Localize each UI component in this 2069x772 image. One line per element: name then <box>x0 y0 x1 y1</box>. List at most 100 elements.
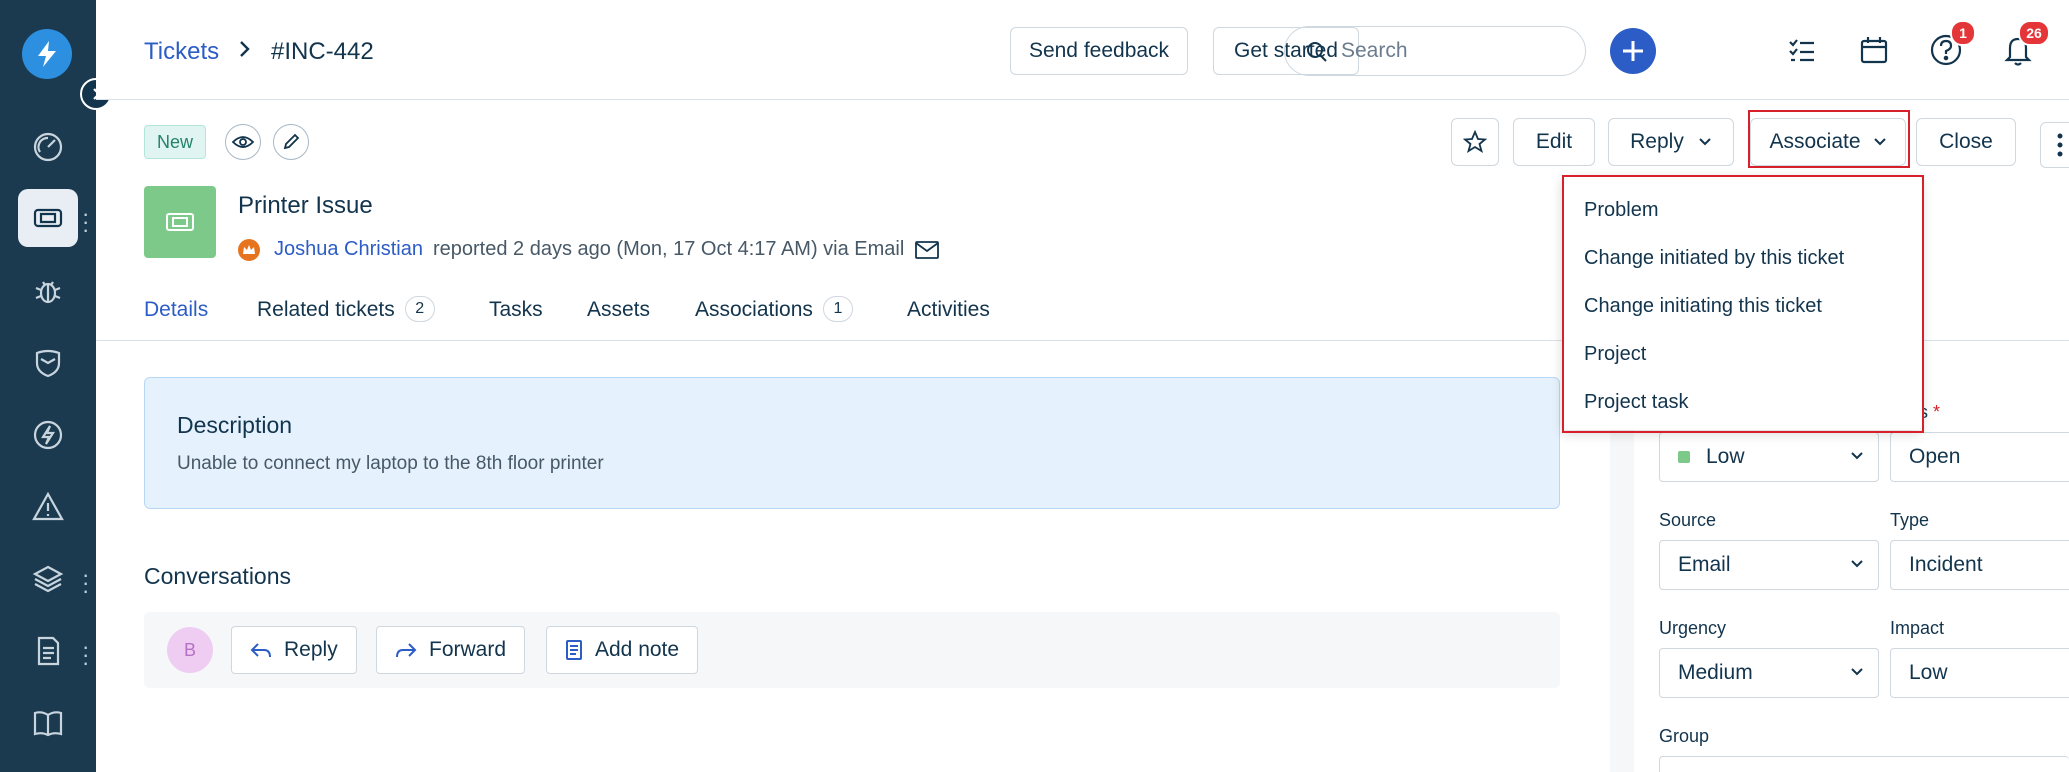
star-icon <box>1463 130 1487 153</box>
sidebar: · · · · · · · · · <box>0 0 96 772</box>
app-logo-icon[interactable] <box>22 29 72 79</box>
breadcrumb-ticket-id: #INC-442 <box>271 38 374 65</box>
type-select[interactable]: Incident <box>1890 540 2069 590</box>
star-button[interactable] <box>1451 118 1499 166</box>
add-note-text: Add note <box>595 638 680 661</box>
help-badge: 1 <box>1950 20 1976 46</box>
description-title: Description <box>177 412 293 438</box>
required-mark: * <box>1933 402 1941 422</box>
related-count-badge: 2 <box>404 296 435 322</box>
breadcrumb-tickets-link[interactable]: Tickets <box>144 38 219 66</box>
ticket-type-icon <box>144 186 216 258</box>
forward-button[interactable]: Forward <box>376 626 526 674</box>
tab-related-label: Related tickets <box>257 298 395 321</box>
tab-details-label: Details <box>144 298 209 321</box>
alert-icon[interactable] <box>18 478 78 536</box>
conversation-reply-button[interactable]: Reply <box>231 626 357 674</box>
todo-list-icon[interactable] <box>1782 30 1822 70</box>
description-text: Unable to connect my laptop to the 8th f… <box>177 453 604 474</box>
urgency-value: Medium <box>1678 661 1753 684</box>
avatar: B <box>167 627 213 673</box>
email-source-icon <box>915 240 940 259</box>
edit-button[interactable]: Edit <box>1513 118 1595 166</box>
send-feedback-button[interactable]: Send feedback <box>1010 27 1188 75</box>
forward-arrow-icon <box>396 643 417 658</box>
status-badge: New <box>144 125 207 159</box>
source-select[interactable]: Email <box>1659 540 1879 590</box>
notifications-badge: 26 <box>2018 20 2050 46</box>
chevron-down-icon <box>1851 668 1863 676</box>
assets-more-icon[interactable]: · · · <box>82 564 89 602</box>
more-actions-button[interactable] <box>2040 122 2069 168</box>
reply-text: Reply <box>284 638 338 661</box>
tickets-more-icon[interactable]: · · · <box>82 203 89 241</box>
tab-associations[interactable]: Associations 1 <box>695 296 853 343</box>
contracts-icon[interactable] <box>18 622 78 680</box>
bug-icon[interactable] <box>18 262 78 320</box>
conversation-actions-bar: B Reply Forward Add note <box>144 612 1560 688</box>
reply-arrow-icon <box>250 643 271 658</box>
shield-icon[interactable] <box>18 334 78 392</box>
type-field-label: Type <box>1890 510 1930 530</box>
tickets-icon[interactable] <box>18 189 78 247</box>
edit-pencil-icon[interactable] <box>273 124 309 160</box>
reply-label: Reply <box>1630 130 1684 153</box>
plus-icon <box>1623 41 1643 61</box>
tab-details[interactable]: Details <box>144 298 209 343</box>
tab-assets[interactable]: Assets <box>587 298 650 343</box>
impact-select[interactable]: Low <box>1890 648 2069 698</box>
search-icon <box>1307 42 1327 62</box>
note-icon <box>566 640 582 660</box>
tab-assets-label: Assets <box>587 298 651 321</box>
reported-info-text: reported 2 days ago (Mon, 17 Oct 4:17 AM… <box>432 238 905 260</box>
chevron-down-icon <box>1699 138 1711 146</box>
search-input[interactable]: Search <box>1284 26 1586 76</box>
associations-count-badge: 1 <box>822 296 853 322</box>
vertical-dots-icon <box>2057 133 2063 157</box>
breadcrumb-chevron-icon <box>236 34 254 69</box>
impact-value: Low <box>1909 661 1948 684</box>
tab-related-tickets[interactable]: Related tickets 2 <box>257 296 435 343</box>
tab-associations-label: Associations <box>695 298 813 321</box>
associate-highlight-box <box>1748 110 1910 168</box>
chevron-down-icon <box>1851 560 1863 568</box>
urgency-select[interactable]: Medium <box>1659 648 1879 698</box>
solutions-book-icon[interactable] <box>18 694 78 752</box>
layers-icon[interactable] <box>18 550 78 608</box>
tab-tasks-label: Tasks <box>489 298 543 321</box>
tab-tasks[interactable]: Tasks <box>489 298 543 343</box>
reply-dropdown-button[interactable]: Reply <box>1608 118 1734 166</box>
forward-text: Forward <box>429 638 507 661</box>
vip-crown-icon <box>238 238 260 261</box>
reporter-name-link[interactable]: Joshua Christian <box>274 238 423 261</box>
status-value: Open <box>1909 445 1961 468</box>
group-field-label: Group <box>1659 726 1710 746</box>
contracts-more-icon[interactable]: · · · <box>82 636 89 674</box>
dropdown-highlight-box <box>1562 175 1924 433</box>
status-select[interactable]: Open <box>1890 432 2069 482</box>
priority-select[interactable]: Low <box>1659 432 1879 482</box>
tab-activities-label: Activities <box>907 298 990 321</box>
changes-icon[interactable] <box>18 406 78 464</box>
description-card: Description Unable to connect my laptop … <box>144 377 1560 509</box>
group-select[interactable] <box>1659 756 2069 772</box>
watch-eye-icon[interactable] <box>225 124 261 160</box>
add-note-button[interactable]: Add note <box>546 626 699 674</box>
conversations-title: Conversations <box>144 563 292 589</box>
dashboard-icon[interactable] <box>18 118 78 176</box>
type-value: Incident <box>1909 553 1983 576</box>
impact-field-label: Impact <box>1890 618 1945 638</box>
close-button[interactable]: Close <box>1916 118 2016 166</box>
tab-activities[interactable]: Activities <box>907 298 990 343</box>
ticket-title: Printer Issue <box>238 192 373 219</box>
search-placeholder: Search <box>1341 39 1408 62</box>
ticket-reporter-line: Joshua Christian reported 2 days ago (Mo… <box>238 238 940 261</box>
chevron-down-icon <box>1851 452 1863 460</box>
source-value: Email <box>1678 553 1731 576</box>
source-field-label: Source <box>1659 510 1717 530</box>
create-new-button[interactable] <box>1610 28 1656 74</box>
priority-low-dot-icon <box>1678 451 1690 463</box>
calendar-icon[interactable] <box>1854 30 1894 70</box>
urgency-field-label: Urgency <box>1659 618 1727 638</box>
priority-value: Low <box>1706 445 1745 468</box>
